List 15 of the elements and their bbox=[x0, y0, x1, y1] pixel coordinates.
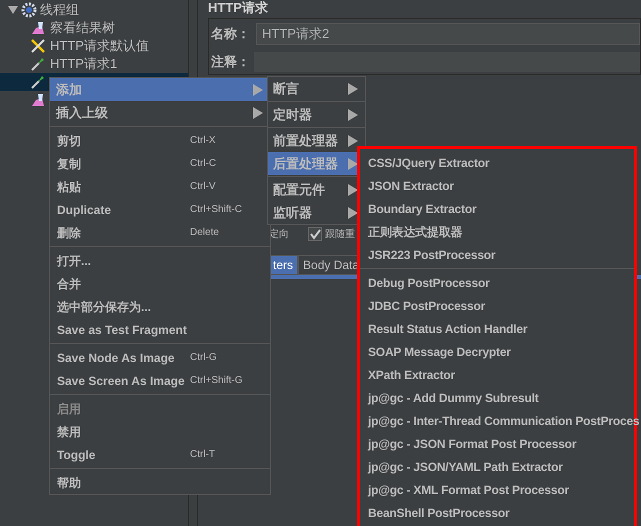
tree-node-label: 察看结果树 bbox=[50, 19, 115, 38]
shortcut-text: Delete bbox=[190, 226, 219, 240]
tree-node-label: HTTP请求默认值 bbox=[50, 37, 149, 56]
panel-title: HTTP请求 bbox=[208, 0, 268, 15]
shortcut-text: Ctrl-C bbox=[190, 157, 216, 171]
checkbox-label: 跟随重 bbox=[325, 228, 355, 242]
shortcut-text: Ctrl-T bbox=[190, 448, 215, 462]
shortcut-text: Ctrl+Shift-C bbox=[190, 203, 242, 217]
shortcut-text: Ctrl-G bbox=[190, 351, 217, 365]
shortcut-text: Ctrl-X bbox=[190, 134, 216, 148]
field-label: 注释： bbox=[211, 52, 250, 71]
tree-node-label: HTTP请求1 bbox=[50, 55, 118, 74]
shortcut-text: Ctrl+Shift-G bbox=[190, 374, 243, 388]
shortcut-text: Ctrl-V bbox=[190, 180, 216, 194]
field-label: 名称： bbox=[211, 25, 250, 44]
